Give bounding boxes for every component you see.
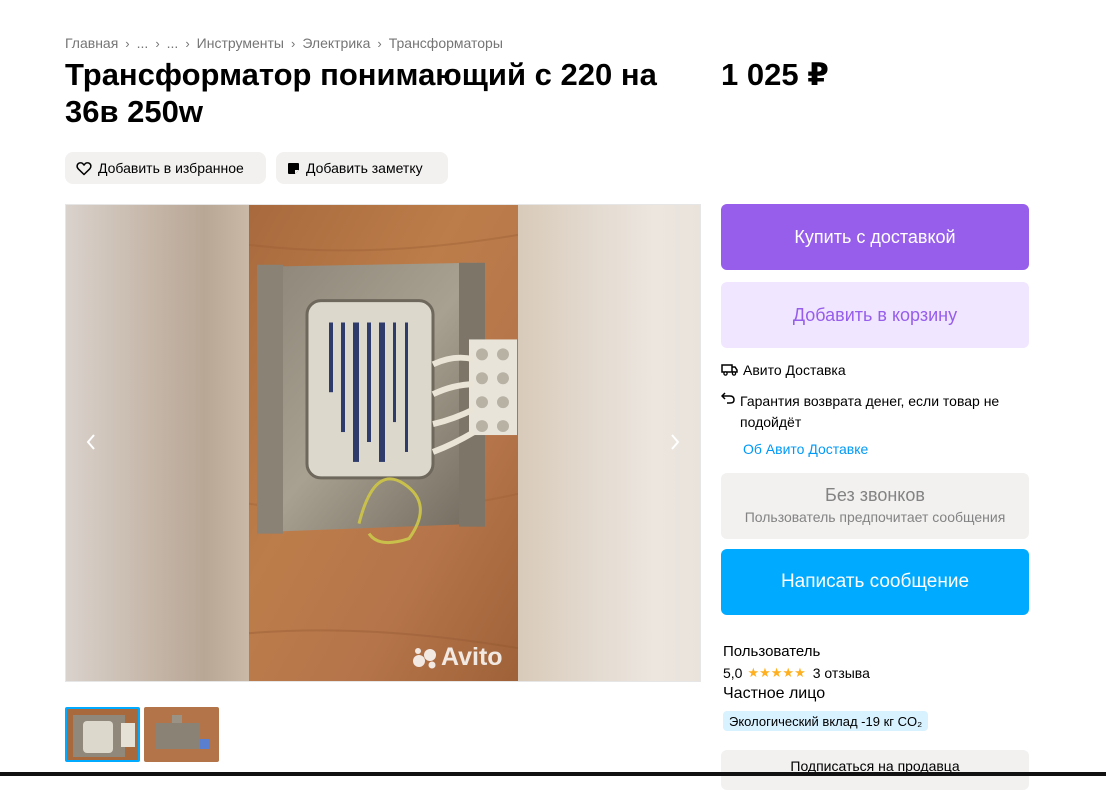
return-guarantee: Гарантия возврата денег, если товар не п… [721,391,1011,433]
gallery-next-button[interactable] [660,427,690,457]
breadcrumb-collapsed-2[interactable]: ... [167,35,179,51]
write-message-button[interactable]: Написать сообщение [721,549,1029,615]
buy-with-delivery-button[interactable]: Купить с доставкой [721,204,1029,270]
eco-contribution-badge[interactable]: Экологический вклад -19 кг CO₂ [723,711,929,731]
rating-value: 5,0 [723,665,743,681]
return-arrow-icon [721,391,736,404]
seller-name[interactable]: Пользователь [723,643,820,660]
breadcrumb-transformers[interactable]: Трансформаторы [389,35,503,51]
breadcrumb: Главная › ... › ... › Инструменты › Элек… [65,34,503,52]
breadcrumb-collapsed-1[interactable]: ... [137,35,149,51]
chevron-right-icon: › [125,35,130,51]
avito-logo-icon [413,647,436,668]
no-calls-notice: Без звонков Пользователь предпочитает со… [721,473,1029,539]
gallery-thumbnail-2[interactable] [144,707,219,762]
add-to-favorites-label: Добавить в избранное [98,160,244,176]
avito-watermark: Avito [412,643,503,672]
chevron-right-icon: › [185,35,190,51]
chevron-right-icon: › [290,35,296,51]
gallery-thumbnail-1[interactable] [65,707,140,762]
seller-type: Частное лицо [723,685,826,702]
breadcrumb-electrics[interactable]: Электрика [302,35,370,51]
breadcrumb-home[interactable]: Главная [65,35,118,51]
chevron-right-icon: › [155,35,160,51]
photo-gallery: Avito [65,204,701,682]
chevron-left-icon [86,434,95,450]
reviews-count: 3 отзыва [812,665,870,681]
add-to-cart-button[interactable]: Добавить в корзину [721,282,1029,348]
truck-icon [721,362,739,376]
delivery-service: Авито Доставка [721,362,846,378]
watermark-label: Avito [441,643,503,671]
return-guarantee-label: Гарантия возврата денег, если товар не п… [740,393,1000,430]
subscribe-seller-button[interactable]: Подписаться на продавца [721,750,1029,790]
gallery-prev-button[interactable] [76,427,106,457]
delivery-service-label: Авито Доставка [743,362,846,378]
chevron-right-icon: › [377,35,382,51]
add-note-label: Добавить заметку [306,160,423,176]
about-delivery-link[interactable]: Об Авито Доставке [743,441,868,457]
rating-stars-icon: ★★★★★ [747,665,806,680]
seller-rating[interactable]: 5,0 ★★★★★ 3 отзыва [723,665,870,681]
add-to-favorites-button[interactable]: Добавить в избранное [65,152,266,184]
note-icon [287,162,300,175]
main-photo[interactable] [249,205,518,681]
listing-title: Трансформатор понимающий с 220 на 36в 25… [65,57,657,129]
breadcrumb-tools[interactable]: Инструменты [197,35,284,51]
listing-price: 1 025 ₽ [721,57,829,92]
chevron-right-icon [671,434,680,450]
window-bottom-edge [0,772,1106,776]
no-calls-subtitle: Пользователь предпочитает сообщения [744,509,1006,525]
heart-icon [76,161,92,176]
add-note-button[interactable]: Добавить заметку [276,152,448,184]
no-calls-title: Без звонков [825,485,925,505]
